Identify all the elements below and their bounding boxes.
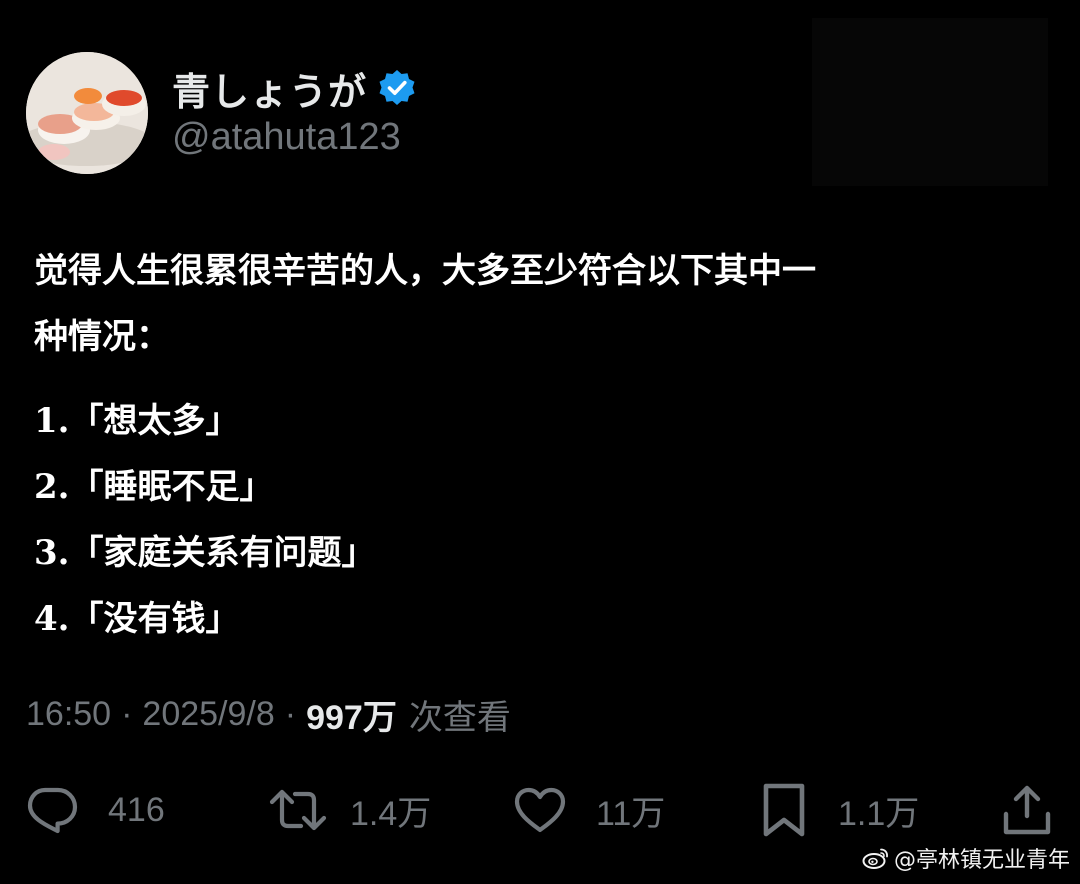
tweet-intro-line-2: 种情况： [34, 317, 170, 357]
tweet-intro-line-1: 觉得人生很累很辛苦的人，大多至少符合以下其中一 [34, 251, 816, 291]
watermark-text: @亭林镇无业青年 [893, 848, 1070, 873]
list-item: 1.「想太多」 [34, 401, 240, 441]
list-item: 4.「没有钱」 [34, 599, 240, 639]
share-icon [1003, 785, 1051, 835]
weibo-watermark: @亭林镇无业青年 [862, 842, 1070, 874]
avatar-image [26, 52, 148, 174]
reply-count: 416 [108, 790, 165, 829]
tweet-text: 觉得人生很累很辛苦的人，大多至少符合以下其中一 种情况： 1.「想太多」 2.「… [34, 238, 1044, 652]
reply-icon [27, 787, 78, 834]
author-handle[interactable]: @atahuta123 [172, 116, 401, 159]
verified-badge-icon [379, 70, 415, 105]
action-bar: 416 1.4万 11万 1.1万 [24, 780, 1054, 840]
bookmark-count: 1.1万 [838, 794, 920, 833]
heart-icon [514, 787, 566, 833]
share-button[interactable] [1000, 780, 1054, 840]
bookmark-button[interactable]: 1.1万 [758, 780, 919, 840]
tweet-time[interactable]: 16:50 [26, 695, 111, 734]
author-display-name-row[interactable]: 青しょうが [172, 60, 417, 116]
like-count: 11万 [596, 794, 666, 833]
weibo-logo-icon [862, 848, 888, 869]
like-button[interactable]: 11万 [512, 780, 665, 840]
views-count: 997万 [306, 699, 397, 737]
repost-button[interactable]: 1.4万 [268, 780, 431, 840]
tweet-date[interactable]: 2025/9/8 [142, 695, 274, 734]
tweet-intro: 觉得人生很累很辛苦的人，大多至少符合以下其中一 种情况： [34, 238, 1044, 370]
meta-separator: · [121, 695, 133, 733]
meta-separator: · [284, 695, 297, 733]
list-item: 2.「睡眠不足」 [34, 467, 274, 507]
tweet-list: 1.「想太多」 2.「睡眠不足」 3.「家庭关系有问题」 4.「没有钱」 [34, 388, 1044, 652]
blurred-area [812, 18, 1048, 186]
tweet-meta: 16:50 · 2025/9/8 · 997万 次查看 [26, 690, 511, 739]
reply-button[interactable]: 416 [24, 780, 165, 840]
repost-icon [269, 789, 327, 831]
views-label: 次查看 [408, 699, 511, 737]
author-display-name[interactable]: 青しょうが [172, 61, 367, 116]
bookmark-icon [763, 783, 805, 837]
avatar[interactable] [26, 52, 148, 174]
repost-count: 1.4万 [350, 794, 432, 833]
list-item: 3.「家庭关系有问题」 [34, 533, 376, 573]
